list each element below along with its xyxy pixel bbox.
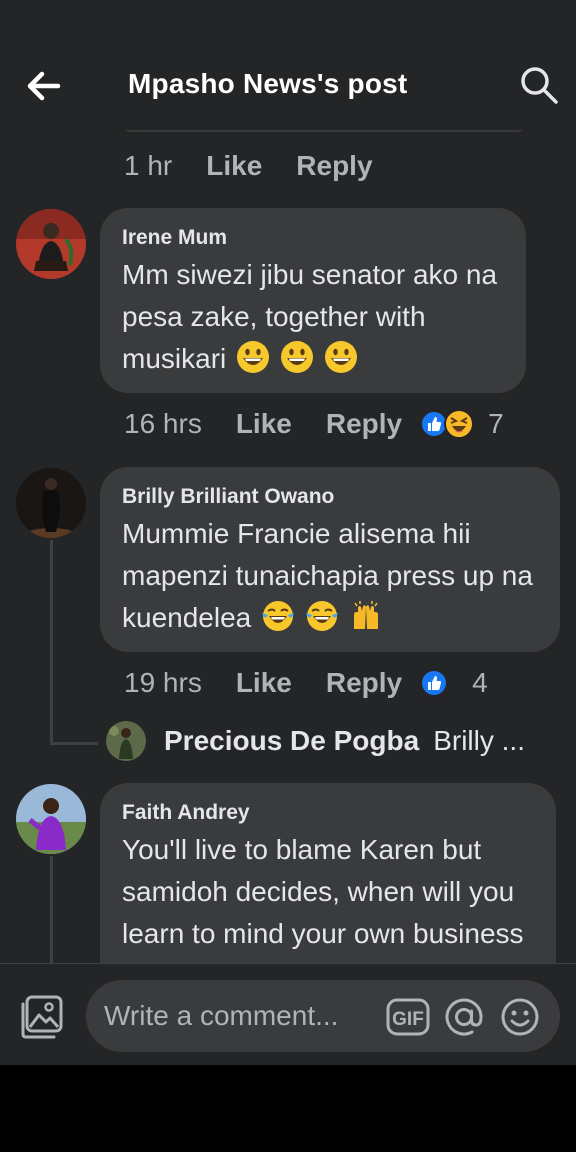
- smiley-icon: [501, 998, 539, 1036]
- haha-reaction-icon: [444, 409, 475, 439]
- thread-line: [50, 856, 53, 976]
- avatar-photo: [16, 784, 86, 854]
- reply-snippet: Brilly ...: [433, 725, 525, 756]
- like-button[interactable]: Like: [236, 667, 292, 699]
- avatar: [106, 721, 146, 761]
- avatar-photo: [106, 721, 146, 761]
- header-bar: Mpasho News's post: [0, 0, 576, 130]
- back-button[interactable]: [24, 68, 64, 104]
- gif-label: GIF: [392, 1009, 424, 1030]
- comment-author[interactable]: Faith Andrey: [122, 801, 534, 825]
- comment-author[interactable]: Brilly Brilliant Owano: [122, 485, 538, 509]
- reaction-count: 4: [472, 667, 488, 698]
- reactions-summary[interactable]: 7: [420, 408, 504, 440]
- at-sign-icon: [445, 998, 483, 1036]
- tears-of-joy-emoji: [259, 601, 303, 633]
- photo-icon: [21, 995, 63, 1039]
- gif-button[interactable]: GIF: [386, 997, 430, 1037]
- grinning-face-emoji: [234, 341, 278, 374]
- comment-time: 19 hrs: [124, 667, 202, 698]
- reply-author[interactable]: Precious De Pogba: [164, 725, 419, 757]
- comment-actions: 16 hrs Like Reply 7: [124, 404, 504, 444]
- like-button[interactable]: Like: [236, 408, 292, 440]
- thread-branch: [50, 742, 98, 745]
- emoji-button[interactable]: [500, 997, 540, 1037]
- like-reaction-icon: [420, 669, 449, 697]
- tears-of-joy-emoji: [303, 601, 347, 633]
- search-icon: [521, 67, 558, 104]
- comment-input[interactable]: [104, 998, 374, 1034]
- reply-button[interactable]: Reply: [326, 667, 402, 699]
- avatar[interactable]: [16, 468, 86, 538]
- comment-bubble[interactable]: Brilly Brilliant Owano Mummie Francie al…: [100, 467, 560, 652]
- reply-preview[interactable]: Precious De Pogba Brilly ...: [106, 720, 556, 762]
- comment-composer: GIF: [0, 963, 576, 1065]
- comment-actions: 19 hrs Like Reply 4: [124, 663, 488, 703]
- arrow-left-icon: [27, 71, 61, 101]
- page-title: Mpasho News's post: [128, 68, 408, 99]
- comment-time: 1 hr: [124, 150, 173, 181]
- like-button[interactable]: Like: [206, 150, 262, 182]
- reaction-count: 7: [488, 408, 504, 439]
- grinning-face-emoji: [278, 341, 322, 374]
- raising-hands-emoji: [347, 601, 383, 633]
- comments-screen: Mpasho News's post 1 hr Like Reply Irene…: [0, 0, 576, 1065]
- gif-icon: GIF: [386, 998, 430, 1036]
- comment-text-wrap: Mm siwezi jibu senator ako na pesa zake,…: [122, 254, 504, 380]
- photo-button[interactable]: [18, 994, 66, 1040]
- comment-time: 16 hrs: [124, 408, 202, 439]
- reply-button[interactable]: Reply: [326, 408, 402, 440]
- avatar[interactable]: [16, 784, 86, 854]
- search-button[interactable]: [518, 64, 560, 106]
- avatar-photo: [16, 468, 86, 538]
- comment-bubble[interactable]: Irene Mum Mm siwezi jibu senator ako na …: [100, 208, 526, 393]
- mention-button[interactable]: [444, 997, 484, 1037]
- previous-comment-actions: 1 hr Like Reply: [124, 146, 373, 186]
- reactions-summary[interactable]: 4: [420, 667, 488, 699]
- comment-input-box[interactable]: GIF: [86, 980, 560, 1052]
- avatar[interactable]: [16, 209, 86, 279]
- thread-line: [50, 540, 53, 745]
- reply-button[interactable]: Reply: [296, 150, 372, 182]
- comment-author[interactable]: Irene Mum: [122, 226, 504, 250]
- avatar-photo: [16, 209, 86, 279]
- grinning-face-emoji: [322, 341, 358, 374]
- comment-text-wrap: Mummie Francie alisema hii mapenzi tunai…: [122, 513, 538, 639]
